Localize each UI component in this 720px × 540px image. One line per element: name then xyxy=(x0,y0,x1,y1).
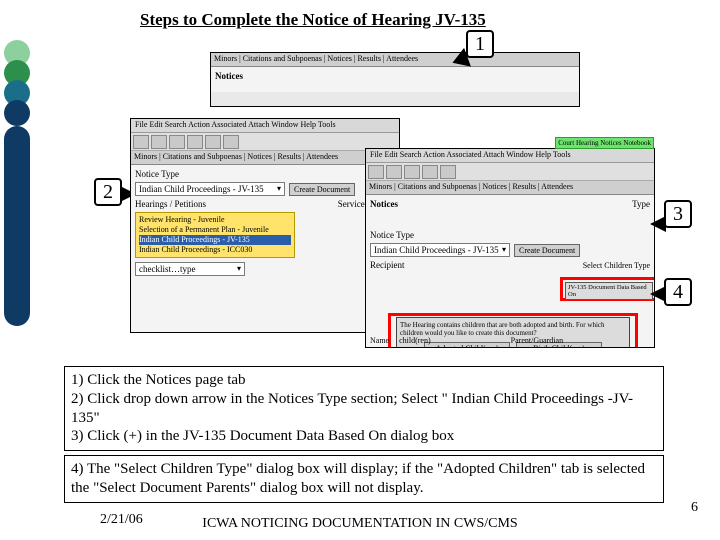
footer-title-text: ICWA NOTICING DOCUMENTATION IN CWS/CMS xyxy=(202,516,517,531)
toolbar-button xyxy=(440,165,456,179)
notice-type-value: Indian Child Proceedings - JV-135 xyxy=(374,245,499,255)
dropdown-open-list[interactable]: Review Hearing - Juvenile Selection of a… xyxy=(135,212,295,258)
list-item[interactable]: Indian Child Proceedings - ICC030 xyxy=(139,245,291,255)
type-label: Type xyxy=(632,199,650,209)
window-title: Court Hearing Notices Notebook xyxy=(555,137,654,149)
toolbar-button xyxy=(386,165,402,179)
step-4: 4) The "Select Children Type" dialog box… xyxy=(71,460,657,498)
toolbar-button xyxy=(404,165,420,179)
parent-label: Parent/Guardian xyxy=(511,336,563,345)
list-item[interactable]: Selection of a Permanent Plan - Juvenile xyxy=(139,225,291,235)
instruction-group-1: 1) Click the Notices page tab 2) Click d… xyxy=(64,366,664,451)
create-document-button[interactable]: Create Document xyxy=(514,244,580,257)
highlight-jv135-plus: JV-135 Document Data Based On xyxy=(560,277,654,301)
toolbar xyxy=(366,163,654,181)
decor-circle xyxy=(4,100,30,126)
name-value: child(ren) xyxy=(399,336,431,345)
notice-type-label: Notice Type xyxy=(370,230,414,240)
tabstrip: Minors | Citations and Subpoenas | Notic… xyxy=(131,151,399,165)
section-label: Notices xyxy=(215,71,575,81)
step-1: 1) Click the Notices page tab xyxy=(71,371,657,390)
tabstrip: Minors | Citations and Subpoenas | Notic… xyxy=(366,181,654,195)
screenshot-notice-type-dropdown: File Edit Search Action Associated Attac… xyxy=(130,118,400,333)
list-item[interactable]: Indian Child Proceedings - JV-135 xyxy=(139,235,291,245)
notice-type-dropdown[interactable]: Indian Child Proceedings - JV-135 xyxy=(135,182,285,196)
step-2: 2) Click drop down arrow in the Notices … xyxy=(71,390,657,428)
page-number: 6 xyxy=(691,500,698,516)
instruction-group-2: 4) The "Select Children Type" dialog box… xyxy=(64,455,664,503)
toolbar-button xyxy=(133,135,149,149)
checklist-value: checklist…type xyxy=(139,264,195,274)
section-hearings: Hearings / Petitions xyxy=(135,199,206,209)
toolbar-button xyxy=(223,135,239,149)
notices-label: Notices xyxy=(370,199,398,209)
recipient-label: Recipient xyxy=(370,260,405,270)
checklist-field[interactable]: checklist…type xyxy=(135,262,245,276)
slide: Steps to Complete the Notice of Hearing … xyxy=(0,0,720,540)
page-title: Steps to Complete the Notice of Hearing … xyxy=(140,10,486,30)
name-label: Name xyxy=(370,336,389,345)
toolbar-button xyxy=(422,165,438,179)
callout-2: 2 xyxy=(94,178,122,206)
menubar: File Edit Search Action Associated Attac… xyxy=(366,149,654,163)
menubar: File Edit Search Action Associated Attac… xyxy=(131,119,399,133)
callout-1: 1 xyxy=(466,30,494,58)
decorative-bullets xyxy=(4,40,30,400)
toolbar-button xyxy=(205,135,221,149)
jv135-badge[interactable]: JV-135 Document Data Based On xyxy=(565,282,653,300)
callout-4: 4 xyxy=(664,278,692,306)
decor-bar xyxy=(4,126,30,326)
toolbar-button xyxy=(151,135,167,149)
toolbar xyxy=(131,133,399,151)
instruction-box: 1) Click the Notices page tab 2) Click d… xyxy=(64,366,664,507)
notice-type-dropdown[interactable]: Indian Child Proceedings - JV-135 xyxy=(370,243,510,257)
notice-type-label: Notice Type xyxy=(135,169,179,179)
footer-title: ICWA NOTICING DOCUMENTATION IN CWS/CMS xyxy=(0,516,720,532)
select-children-label: Select Children Type xyxy=(583,261,650,270)
create-document-button[interactable]: Create Document xyxy=(289,183,355,196)
callout-3: 3 xyxy=(664,200,692,228)
step-3: 3) Click (+) in the JV-135 Document Data… xyxy=(71,427,657,446)
screenshot-notices-tab: Minors | Citations and Subpoenas | Notic… xyxy=(210,52,580,107)
list-item[interactable]: Review Hearing - Juvenile xyxy=(139,215,291,225)
toolbar-button xyxy=(169,135,185,149)
toolbar-button xyxy=(187,135,203,149)
tabstrip: Minors | Citations and Subpoenas | Notic… xyxy=(211,53,579,67)
toolbar-button xyxy=(368,165,384,179)
notice-type-value: Indian Child Proceedings - JV-135 xyxy=(139,184,264,194)
screenshot-select-children-dialog: Court Hearing Notices Notebook File Edit… xyxy=(365,148,655,348)
